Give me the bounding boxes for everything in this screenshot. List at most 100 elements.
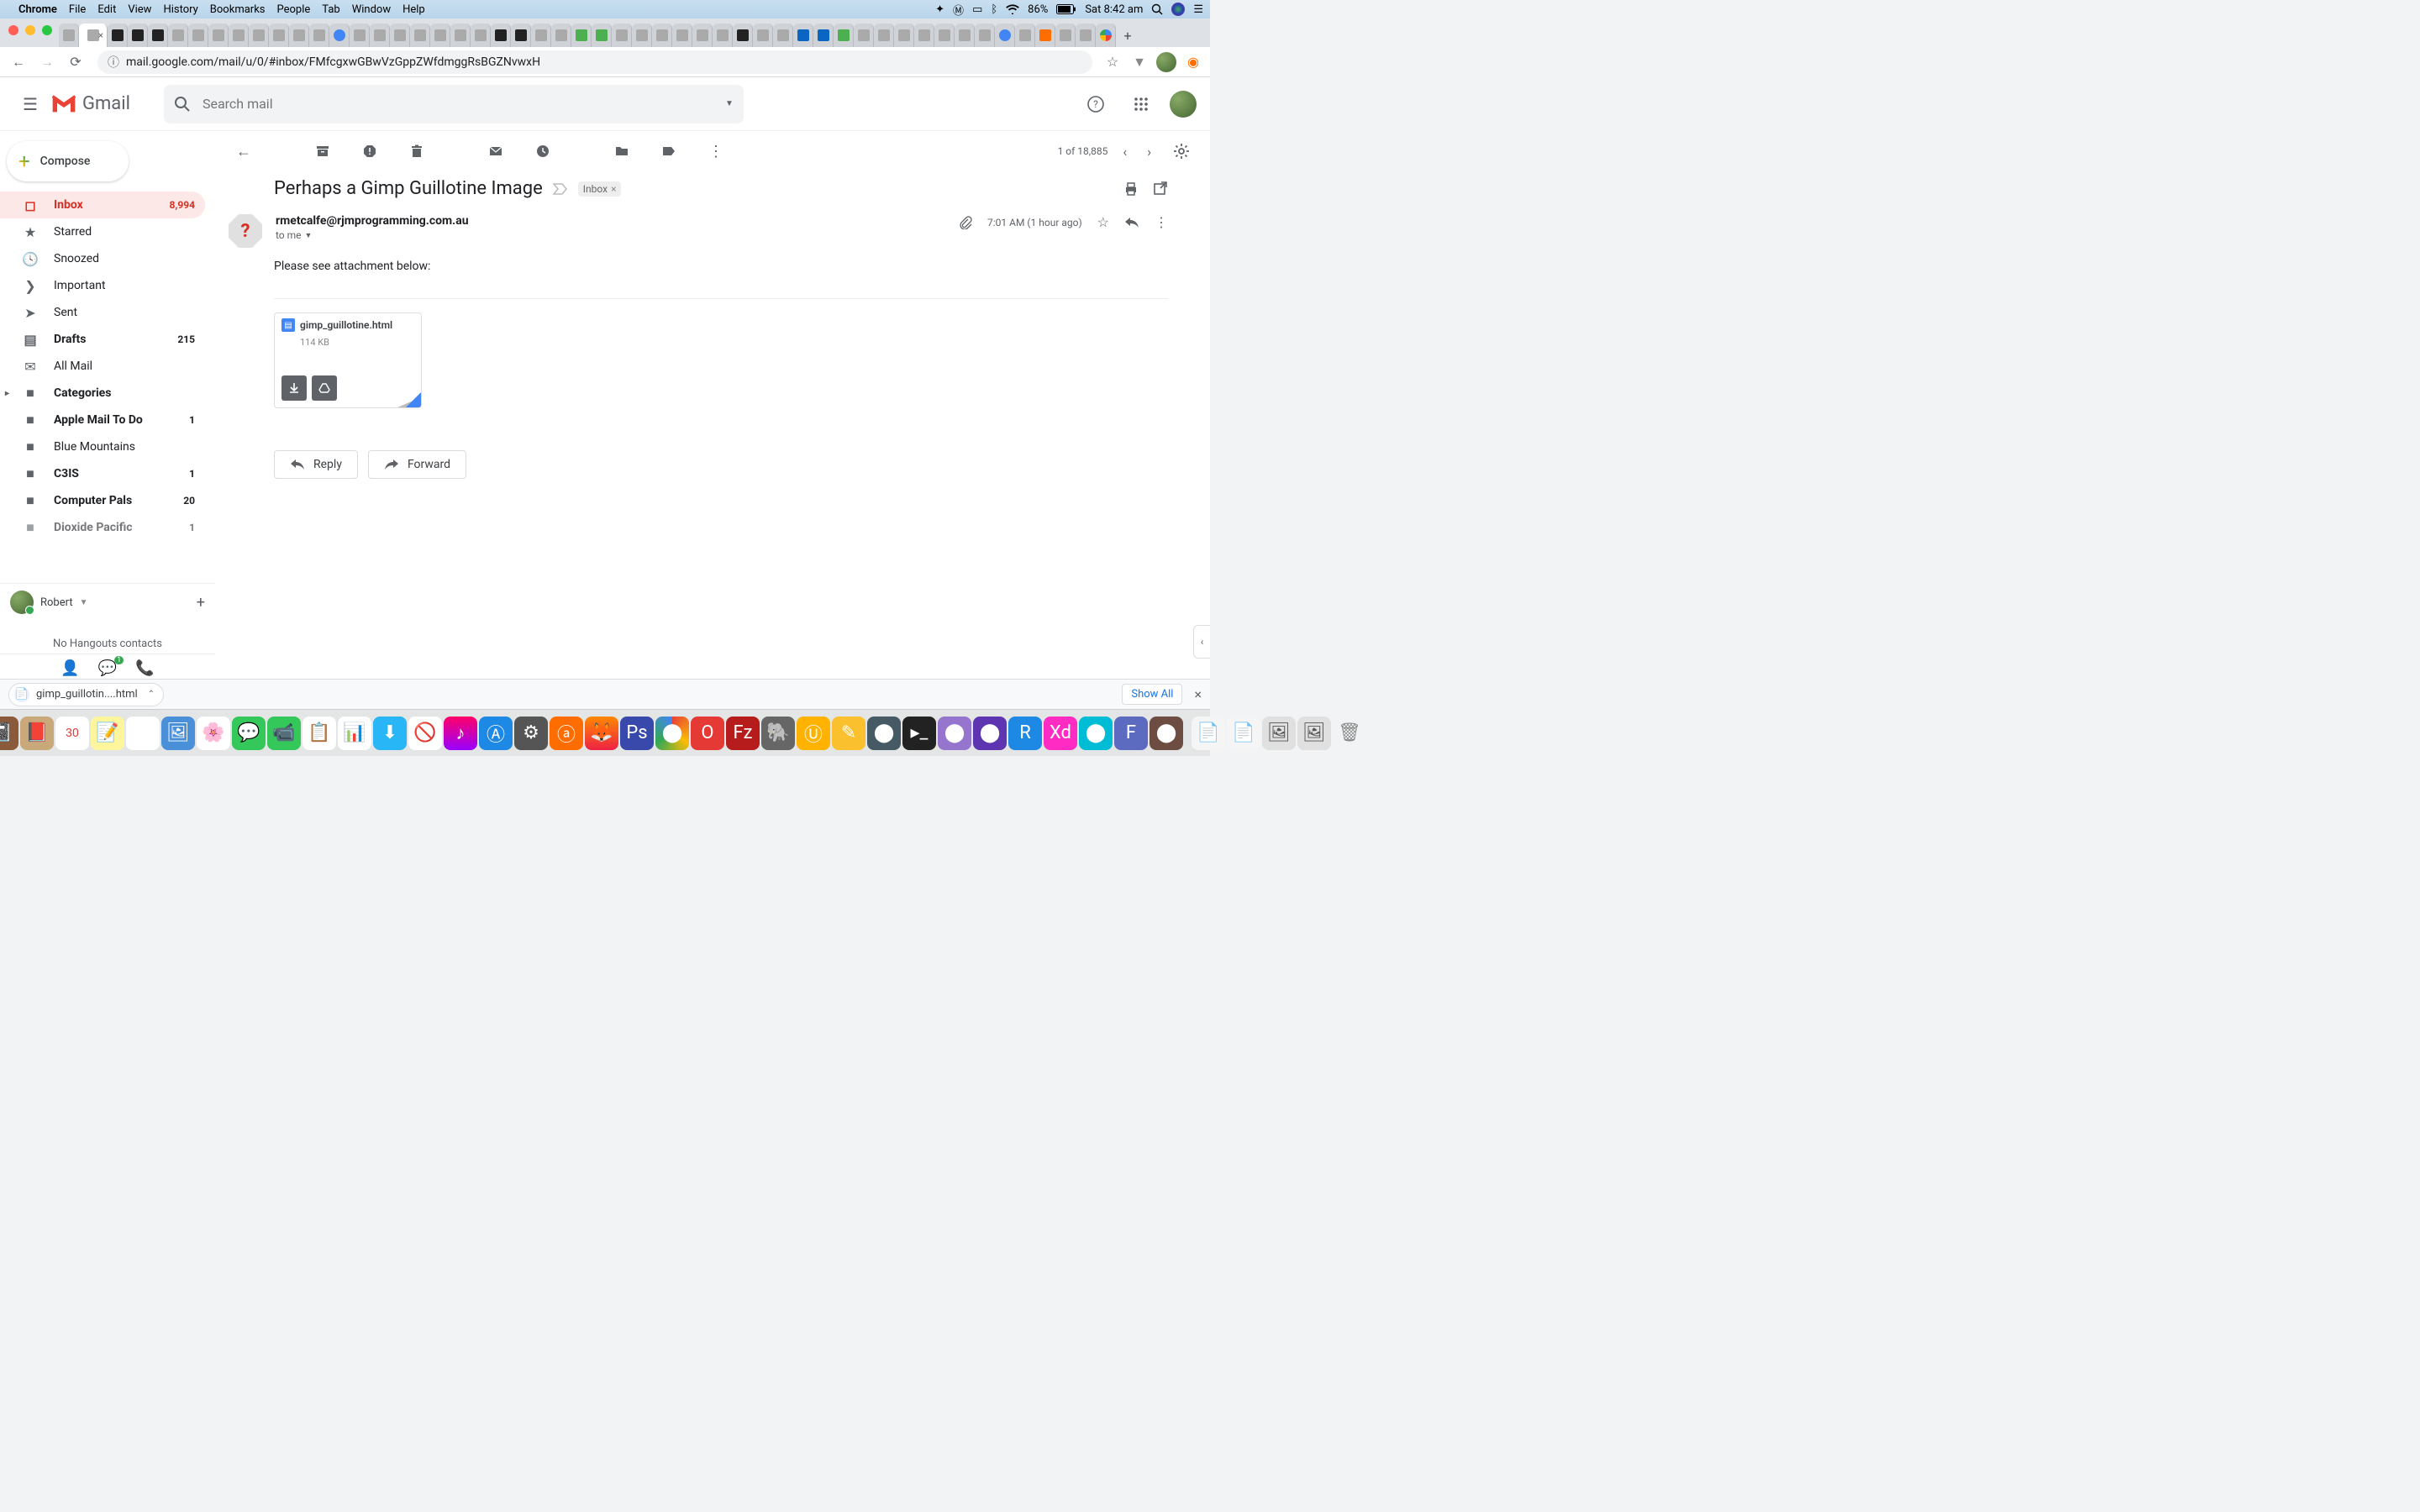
app[interactable]: 🖼 [1297, 717, 1331, 750]
menu-history[interactable]: History [163, 3, 197, 16]
reminders-app[interactable]: ✓ [126, 717, 160, 750]
mamp-app[interactable]: 🐘 [761, 717, 795, 750]
firefox-app[interactable]: 🦊 [585, 717, 618, 750]
app[interactable]: ⬤ [867, 717, 901, 750]
browser-tab[interactable] [914, 24, 934, 47]
sidebar-item-sent[interactable]: ➤ Sent [0, 299, 205, 326]
browser-tab[interactable] [249, 24, 269, 47]
app[interactable]: ⬤ [1150, 717, 1183, 750]
star-message-button[interactable]: ☆ [1097, 214, 1109, 230]
browser-tab[interactable] [854, 24, 874, 47]
main-menu-button[interactable]: ☰ [13, 87, 47, 121]
app[interactable]: ⬤ [1079, 717, 1113, 750]
hangouts-contacts-tab[interactable]: 👤 [60, 659, 79, 677]
browser-tab[interactable] [430, 24, 450, 47]
facetime-app[interactable]: 📹 [267, 717, 301, 750]
browser-tab[interactable] [834, 24, 854, 47]
browser-tab[interactable] [1055, 24, 1076, 47]
bluetooth-icon[interactable]: ᛒ [991, 3, 997, 16]
chevron-down-icon[interactable]: ▼ [80, 598, 88, 607]
profile-avatar[interactable] [1156, 52, 1176, 72]
move-to-button[interactable] [607, 136, 637, 166]
download-attachment-button[interactable] [281, 375, 307, 401]
snooze-button[interactable] [528, 136, 558, 166]
menu-app[interactable]: Chrome [18, 3, 57, 16]
support-icon[interactable]: ? [1079, 87, 1113, 121]
sidebar-item-starred[interactable]: ★ Starred [0, 218, 205, 245]
apps-grid-icon[interactable] [1124, 87, 1158, 121]
browser-tab[interactable] [511, 24, 531, 47]
reload-button[interactable]: ⟳ [64, 50, 87, 74]
messages-app[interactable]: 💬 [232, 717, 266, 750]
search-options-dropdown[interactable]: ▼ [725, 99, 734, 108]
browser-tab[interactable] [491, 24, 511, 47]
sidebar-item-snoozed[interactable]: 🕓 Snoozed [0, 245, 205, 272]
browser-tab[interactable] [652, 24, 672, 47]
menu-edit[interactable]: Edit [97, 3, 116, 16]
menu-window[interactable]: Window [352, 3, 391, 16]
app[interactable]: ⚙ [514, 717, 548, 750]
browser-tab[interactable] [59, 24, 79, 47]
menu-file[interactable]: File [69, 3, 86, 16]
app[interactable]: 🖼 [1262, 717, 1296, 750]
compose-button[interactable]: Compose [7, 141, 129, 181]
hangouts-user[interactable]: Robert ▼ + [10, 591, 205, 614]
calendar-app[interactable]: 30 [55, 717, 89, 750]
forward-button[interactable]: Forward [368, 450, 466, 479]
sidebar-item-important[interactable]: ❯ Important [0, 272, 205, 299]
browser-tab[interactable] [692, 24, 713, 47]
more-message-button[interactable]: ⋮ [1155, 214, 1168, 230]
app[interactable]: Ps [620, 717, 654, 750]
control-center-icon[interactable]: ☰ [1193, 3, 1203, 16]
hangouts-phone-tab[interactable]: 📞 [135, 659, 154, 677]
download-item[interactable]: 📄 gimp_guillotin....html ⌃ [8, 683, 164, 706]
next-message-button[interactable]: › [1142, 144, 1156, 160]
add-contact-button[interactable]: + [197, 594, 205, 612]
browser-tab[interactable] [531, 24, 551, 47]
close-downloads-bar[interactable]: × [1194, 686, 1202, 702]
browser-tab[interactable] [571, 24, 592, 47]
labels-button[interactable] [654, 136, 684, 166]
itunes-app[interactable]: ♪ [444, 717, 477, 750]
sidebar-item-label[interactable]: ■ Apple Mail To Do 1 [0, 407, 205, 433]
terminal-app[interactable]: ▸_ [902, 717, 936, 750]
maximize-window[interactable] [42, 25, 52, 35]
browser-tab[interactable] [1015, 24, 1035, 47]
opera-app[interactable]: O [691, 717, 724, 750]
side-panel-toggle[interactable]: ‹ [1193, 625, 1210, 659]
settings-gear-icon[interactable] [1166, 136, 1197, 166]
menu-tab[interactable]: Tab [322, 3, 339, 16]
browser-tab[interactable] [108, 24, 128, 47]
menu-help[interactable]: Help [402, 3, 425, 16]
menu-people[interactable]: People [277, 3, 311, 16]
spam-button[interactable] [355, 136, 385, 166]
browser-tab[interactable] [773, 24, 793, 47]
contacts-app[interactable]: 📕 [20, 717, 54, 750]
bookmark-star-icon[interactable]: ☆ [1102, 52, 1123, 72]
browser-tab[interactable] [733, 24, 753, 47]
forward-button[interactable]: → [35, 50, 59, 74]
hangouts-chat-tab[interactable]: 💬1 [98, 659, 117, 677]
site-info-icon[interactable]: ⓘ [108, 54, 119, 71]
open-new-window-button[interactable] [1153, 181, 1168, 197]
browser-tab[interactable] [370, 24, 390, 47]
browser-tab[interactable] [995, 24, 1015, 47]
browser-tab[interactable] [713, 24, 733, 47]
browser-tab[interactable] [672, 24, 692, 47]
xd-app[interactable]: Xd [1044, 717, 1077, 750]
browser-tab[interactable] [934, 24, 955, 47]
app[interactable]: Ⓤ [797, 717, 830, 750]
search-input[interactable] [203, 96, 713, 112]
app[interactable]: 📄 [1192, 717, 1225, 750]
url-field[interactable]: ⓘ mail.google.com/mail/u/0/#inbox/FMfcgx… [97, 50, 1092, 74]
mark-unread-button[interactable] [481, 136, 511, 166]
browser-tab[interactable] [208, 24, 229, 47]
account-avatar[interactable] [1170, 91, 1197, 118]
important-marker-icon[interactable] [553, 182, 568, 196]
app[interactable]: 📊 [338, 717, 371, 750]
attachment-card[interactable]: ▤ gimp_guillotine.html 114 KB [274, 312, 422, 408]
app[interactable]: 📓 [0, 717, 18, 750]
browser-tab[interactable] [632, 24, 652, 47]
browser-tab[interactable] [1096, 24, 1116, 47]
label-chip[interactable]: Inbox × [578, 181, 622, 197]
